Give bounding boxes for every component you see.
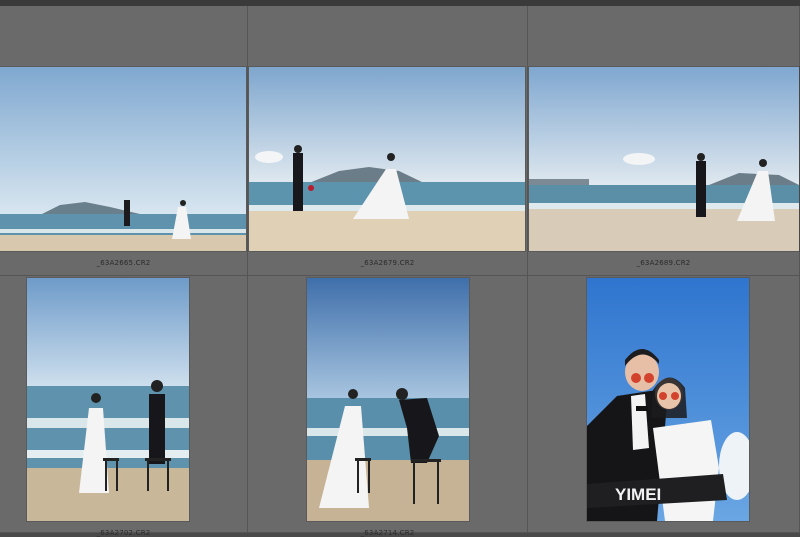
photo-thumbnail[interactable]: YIMEI bbox=[587, 278, 749, 521]
photo-filename: _63A2714.CR2 bbox=[360, 529, 415, 537]
grid-cell[interactable]: _63A2679.CR2 bbox=[248, 6, 528, 276]
photo-thumbnail[interactable] bbox=[0, 67, 246, 251]
photo-filename: _63A2665.CR2 bbox=[96, 259, 151, 267]
photo-filename: _63A2702.CR2 bbox=[96, 529, 151, 537]
grid-cell[interactable]: YIMEI bbox=[528, 276, 800, 533]
grid-cell[interactable]: _63A2665.CR2 bbox=[0, 6, 248, 276]
filmstrip-grid: _63A2665.CR2 _63A2679.CR2 _63A2689.CR2 _… bbox=[0, 0, 800, 537]
grid-cell[interactable]: _63A2714.CR2 bbox=[248, 276, 528, 537]
grid-cell[interactable]: _63A2702.CR2 bbox=[0, 276, 248, 537]
photo-thumbnail[interactable] bbox=[529, 67, 799, 251]
grid-cell[interactable]: _63A2689.CR2 bbox=[528, 6, 800, 276]
photo-filename: _63A2679.CR2 bbox=[360, 259, 415, 267]
photo-thumbnail[interactable] bbox=[27, 278, 189, 521]
photo-filename: _63A2689.CR2 bbox=[636, 259, 691, 267]
photo-thumbnail[interactable] bbox=[307, 278, 469, 521]
chair-text: YIMEI bbox=[615, 485, 661, 504]
photo-thumbnail[interactable] bbox=[249, 67, 525, 251]
